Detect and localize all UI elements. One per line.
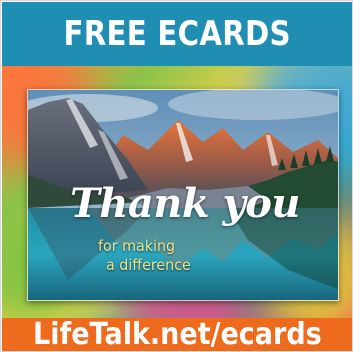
footer-url-link[interactable]: LifeTalk.net/ecards	[33, 320, 322, 350]
footer-banner[interactable]: LifeTalk.net/ecards	[2, 318, 352, 351]
header-banner: FREE ECARDS	[2, 2, 352, 66]
card-subline-2: a difference	[106, 256, 191, 274]
colorful-background: Thank you for making a difference	[2, 66, 352, 318]
card-subline-1: for making	[98, 237, 176, 255]
thank-you-headline: Thank you	[70, 180, 301, 227]
header-title: FREE ECARDS	[63, 14, 292, 54]
ecard-preview[interactable]: Thank you for making a difference	[27, 89, 339, 301]
ecard-ad[interactable]: FREE ECARDS Thank you for making a diffe…	[0, 0, 353, 352]
